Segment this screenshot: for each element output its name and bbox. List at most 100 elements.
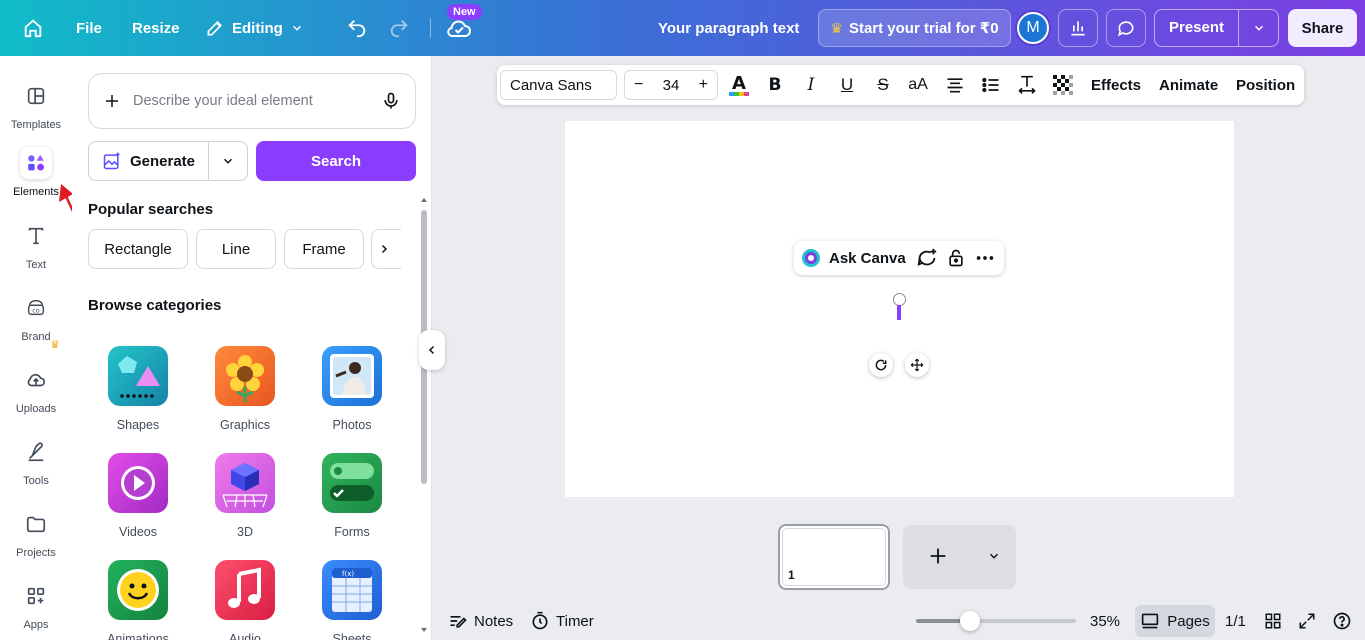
chip-rectangle[interactable]: Rectangle	[88, 229, 188, 269]
category-label: Videos	[119, 525, 157, 539]
chip-line[interactable]: Line	[196, 229, 276, 269]
comments-button[interactable]	[1106, 9, 1146, 47]
category-label: Graphics	[219, 418, 271, 432]
present-options-button[interactable]	[1239, 21, 1278, 35]
editing-mode-dropdown[interactable]: Editing	[205, 0, 304, 56]
start-trial-button[interactable]: ♛ Start your trial for ₹0	[818, 9, 1011, 47]
add-comment-icon[interactable]	[916, 247, 938, 269]
page-thumbnail-number: 1	[788, 568, 795, 582]
decrease-font-size-button[interactable]: −	[634, 76, 643, 94]
microphone-icon[interactable]	[381, 91, 401, 111]
share-button[interactable]: Share	[1288, 9, 1357, 47]
category-3d[interactable]: 3D	[195, 453, 295, 539]
home-button[interactable]	[22, 0, 44, 56]
page-thumbnail[interactable]: 1	[778, 524, 890, 590]
video-play-icon	[108, 453, 174, 517]
category-photos[interactable]: Photos	[302, 346, 402, 432]
category-videos[interactable]: Videos	[88, 453, 188, 539]
trial-label: Start your trial for ₹0	[848, 20, 999, 37]
avatar[interactable]: M	[1017, 12, 1049, 44]
rail-item-templates[interactable]: Templates	[0, 80, 72, 131]
category-forms[interactable]: Forms	[302, 453, 402, 539]
scroll-up-icon	[421, 198, 427, 202]
font-family-dropdown[interactable]: Canva Sans	[500, 70, 617, 100]
rotate-button[interactable]	[869, 353, 893, 377]
canva-assistant-icon	[802, 249, 820, 267]
text-color-button[interactable]: A	[725, 71, 753, 99]
rail-item-tools[interactable]: Tools	[0, 436, 72, 487]
rail-item-label: Projects	[16, 547, 56, 559]
present-button[interactable]: Present	[1154, 9, 1279, 47]
describe-element-input[interactable]: Describe your ideal element	[88, 73, 416, 129]
smiley-icon	[108, 560, 174, 624]
magic-image-icon	[103, 152, 120, 170]
redo-button[interactable]	[388, 0, 410, 56]
file-menu[interactable]: File	[76, 0, 102, 56]
text-case-button[interactable]: aA	[904, 71, 932, 99]
apps-icon	[20, 580, 52, 612]
zoom-level[interactable]: 35%	[1090, 606, 1120, 636]
rail-item-apps[interactable]: Apps	[0, 580, 72, 631]
generate-options-button[interactable]	[209, 142, 247, 180]
sunflower-icon	[215, 346, 281, 410]
move-button[interactable]	[905, 353, 929, 377]
grid-view-button[interactable]	[1264, 606, 1282, 636]
category-animations[interactable]: Animations	[88, 560, 188, 640]
increase-font-size-button[interactable]: +	[699, 76, 708, 94]
comment-icon	[1118, 21, 1134, 37]
timer-button[interactable]: Timer	[530, 606, 594, 636]
fullscreen-button[interactable]	[1298, 606, 1316, 636]
resize-button[interactable]: Resize	[132, 0, 180, 56]
category-shapes[interactable]: Shapes	[88, 346, 188, 432]
underline-button[interactable]: U	[833, 71, 861, 99]
element-context-toolbar: Ask Canva	[794, 241, 1004, 275]
category-label: Forms	[334, 525, 370, 539]
add-page-options-button[interactable]	[987, 549, 1001, 563]
bold-button[interactable]: B	[761, 71, 789, 99]
pages-button[interactable]: Pages	[1135, 605, 1215, 637]
more-options-icon[interactable]	[974, 247, 996, 269]
undo-icon	[348, 20, 366, 38]
chevron-down-icon	[989, 553, 999, 559]
document-title[interactable]: Your paragraph text	[658, 0, 799, 56]
align-button[interactable]	[941, 71, 969, 99]
add-page-button[interactable]	[927, 545, 949, 567]
ask-canva-button[interactable]: Ask Canva	[829, 250, 906, 267]
text-format-toolbar: Canva Sans − 34 + A B I U S aA Effects A…	[497, 65, 1304, 105]
tools-icon	[20, 436, 52, 468]
unlock-icon[interactable]	[946, 248, 966, 268]
spacing-button[interactable]	[1013, 71, 1041, 99]
chevron-down-icon	[292, 25, 301, 31]
rail-item-brand[interactable]: co Brand	[0, 292, 72, 343]
category-audio[interactable]: Audio	[195, 560, 295, 640]
search-button[interactable]: Search	[256, 141, 416, 181]
scroll-down-icon	[421, 628, 427, 632]
zoom-slider-knob[interactable]	[960, 611, 980, 631]
chips-scroll-right-button[interactable]	[371, 229, 401, 269]
rail-item-uploads[interactable]: Uploads	[0, 364, 72, 415]
category-graphics[interactable]: Graphics	[195, 346, 295, 432]
animate-button[interactable]: Animate	[1159, 65, 1218, 105]
expand-icon	[1299, 613, 1315, 629]
category-label: Photos	[332, 418, 372, 432]
transparency-button[interactable]	[1049, 71, 1077, 99]
italic-button[interactable]: I	[797, 71, 825, 99]
cloud-check-icon	[447, 20, 471, 38]
position-button[interactable]: Position	[1236, 65, 1295, 105]
strikethrough-button[interactable]: S	[869, 71, 897, 99]
font-size-value[interactable]: 34	[663, 77, 680, 94]
effects-button[interactable]: Effects	[1091, 65, 1141, 105]
insights-button[interactable]	[1058, 9, 1098, 47]
add-page-group	[903, 525, 1016, 589]
category-label: Sheets	[332, 632, 372, 640]
list-button[interactable]	[977, 71, 1005, 99]
panel-scrollbar[interactable]	[420, 198, 428, 634]
chip-frame[interactable]: Frame	[284, 229, 364, 269]
category-sheets[interactable]: f(x) Sheets	[302, 560, 402, 640]
notes-button[interactable]: Notes	[448, 606, 513, 636]
generate-button[interactable]: Generate	[89, 142, 209, 180]
collapse-panel-button[interactable]	[419, 330, 445, 370]
undo-button[interactable]	[346, 0, 368, 56]
rail-item-projects[interactable]: Projects	[0, 508, 72, 559]
help-button[interactable]	[1332, 606, 1352, 636]
